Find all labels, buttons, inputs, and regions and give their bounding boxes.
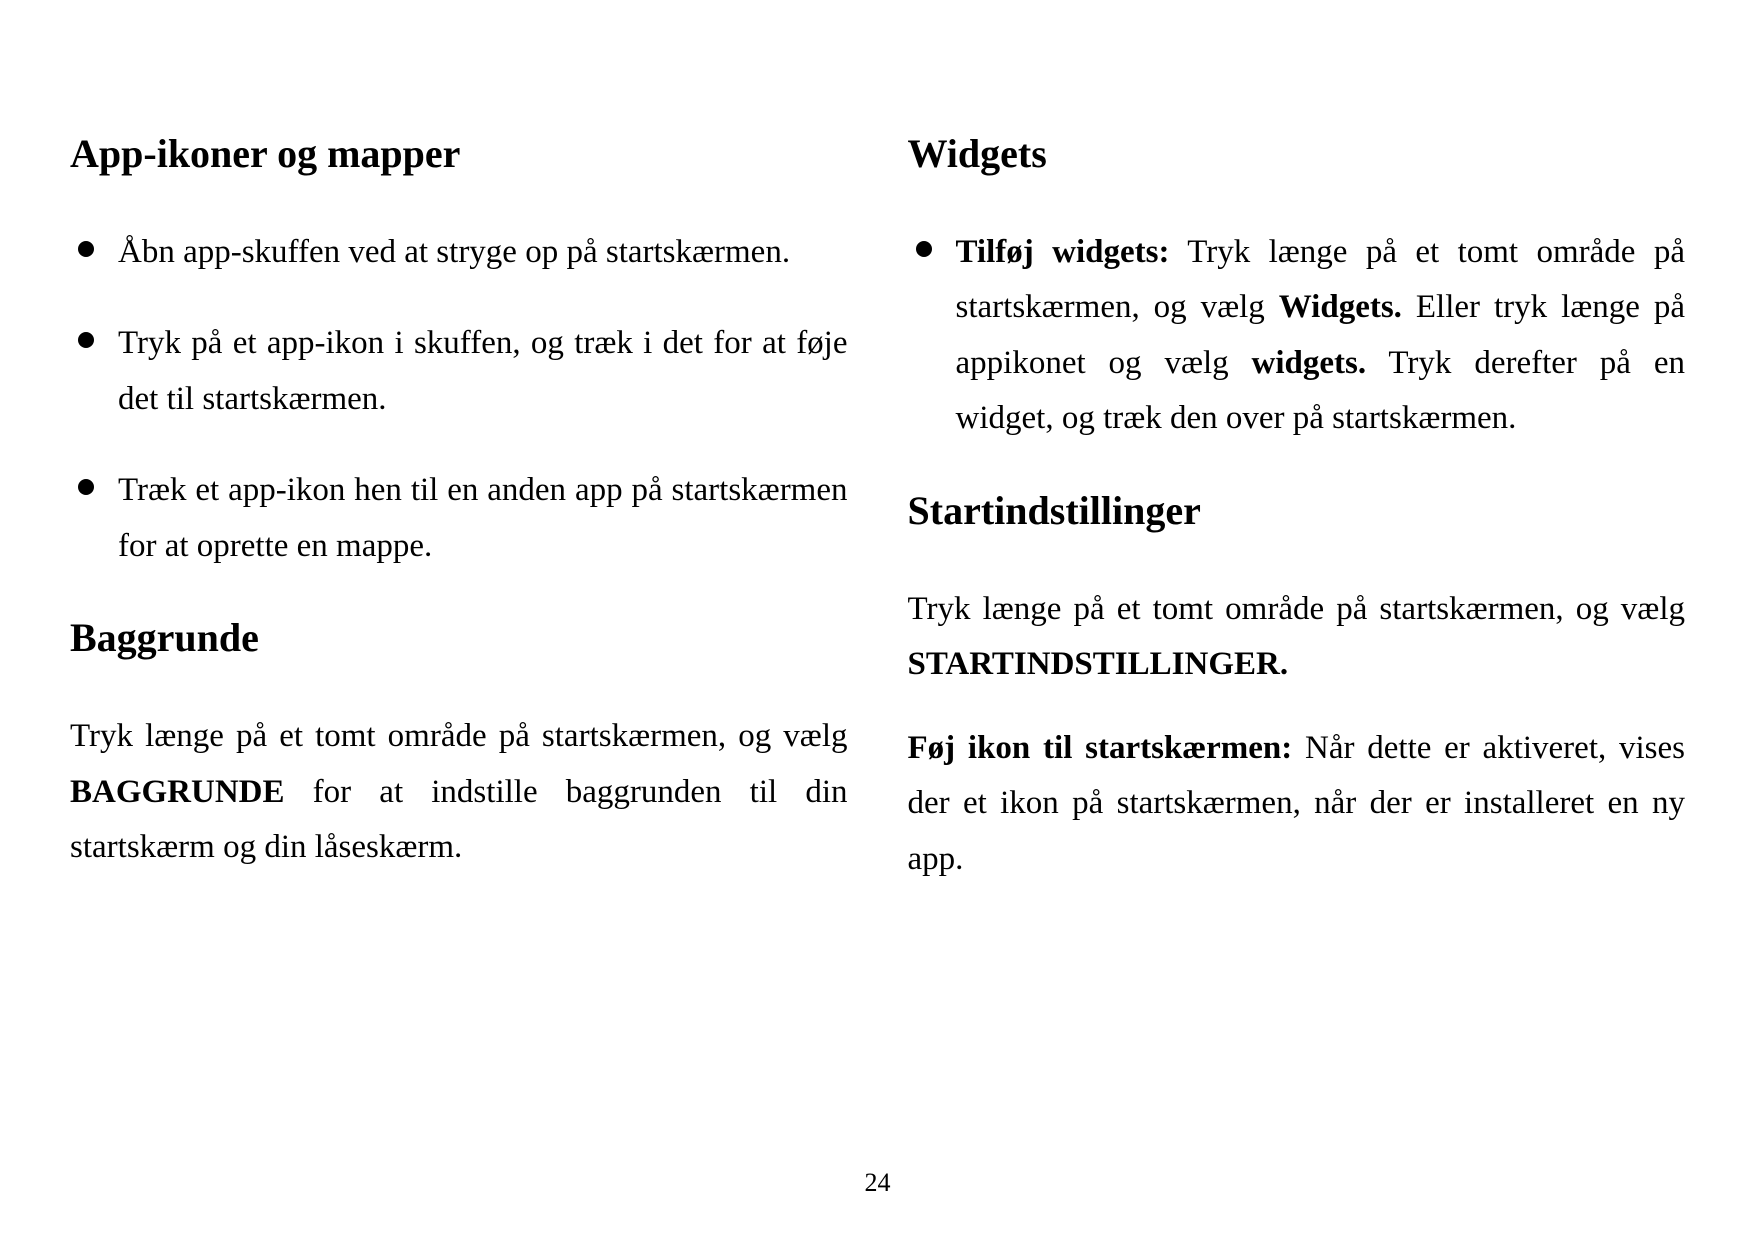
list-item: Tryk på et app-ikon i skuffen, og træk i…: [70, 316, 848, 427]
left-column: App-ikoner og mapper Åbn app-skuffen ved…: [70, 130, 848, 1240]
heading-wallpapers: Baggrunde: [70, 614, 848, 661]
document-page: App-ikoner og mapper Åbn app-skuffen ved…: [0, 0, 1755, 1240]
text: Tryk længe på et tomt område på startskæ…: [908, 591, 1686, 627]
list-item: Åbn app-skuffen ved at stryge op på star…: [70, 225, 848, 280]
right-column: Widgets Tilføj widgets: Tryk længe på et…: [908, 130, 1686, 1240]
bold-text: widgets.: [1252, 345, 1367, 381]
bullet-list-app-icons: Åbn app-skuffen ved at stryge op på star…: [70, 225, 848, 574]
bold-text: Tilføj widgets:: [956, 234, 1170, 270]
page-number: 24: [0, 1168, 1755, 1198]
text: Tryk længe på et tomt område på startskæ…: [70, 718, 848, 754]
bold-text: Føj ikon til startskærmen:: [908, 730, 1293, 766]
bold-text: Widgets.: [1279, 289, 1402, 325]
paragraph-home-settings-1: Tryk længe på et tomt område på startskæ…: [908, 582, 1686, 693]
paragraph-home-settings-2: Føj ikon til startskærmen: Når dette er …: [908, 721, 1686, 887]
heading-home-settings: Startindstillinger: [908, 487, 1686, 534]
heading-app-icons: App-ikoner og mapper: [70, 130, 848, 177]
list-item: Tilføj widgets: Tryk længe på et tomt om…: [908, 225, 1686, 447]
heading-widgets: Widgets: [908, 130, 1686, 177]
bold-text: BAGGRUNDE: [70, 774, 285, 810]
list-item: Træk et app-ikon hen til en anden app på…: [70, 463, 848, 574]
bold-text: STARTINDSTILLINGER.: [908, 646, 1289, 682]
paragraph-wallpapers: Tryk længe på et tomt område på startskæ…: [70, 709, 848, 875]
bullet-list-widgets: Tilføj widgets: Tryk længe på et tomt om…: [908, 225, 1686, 447]
